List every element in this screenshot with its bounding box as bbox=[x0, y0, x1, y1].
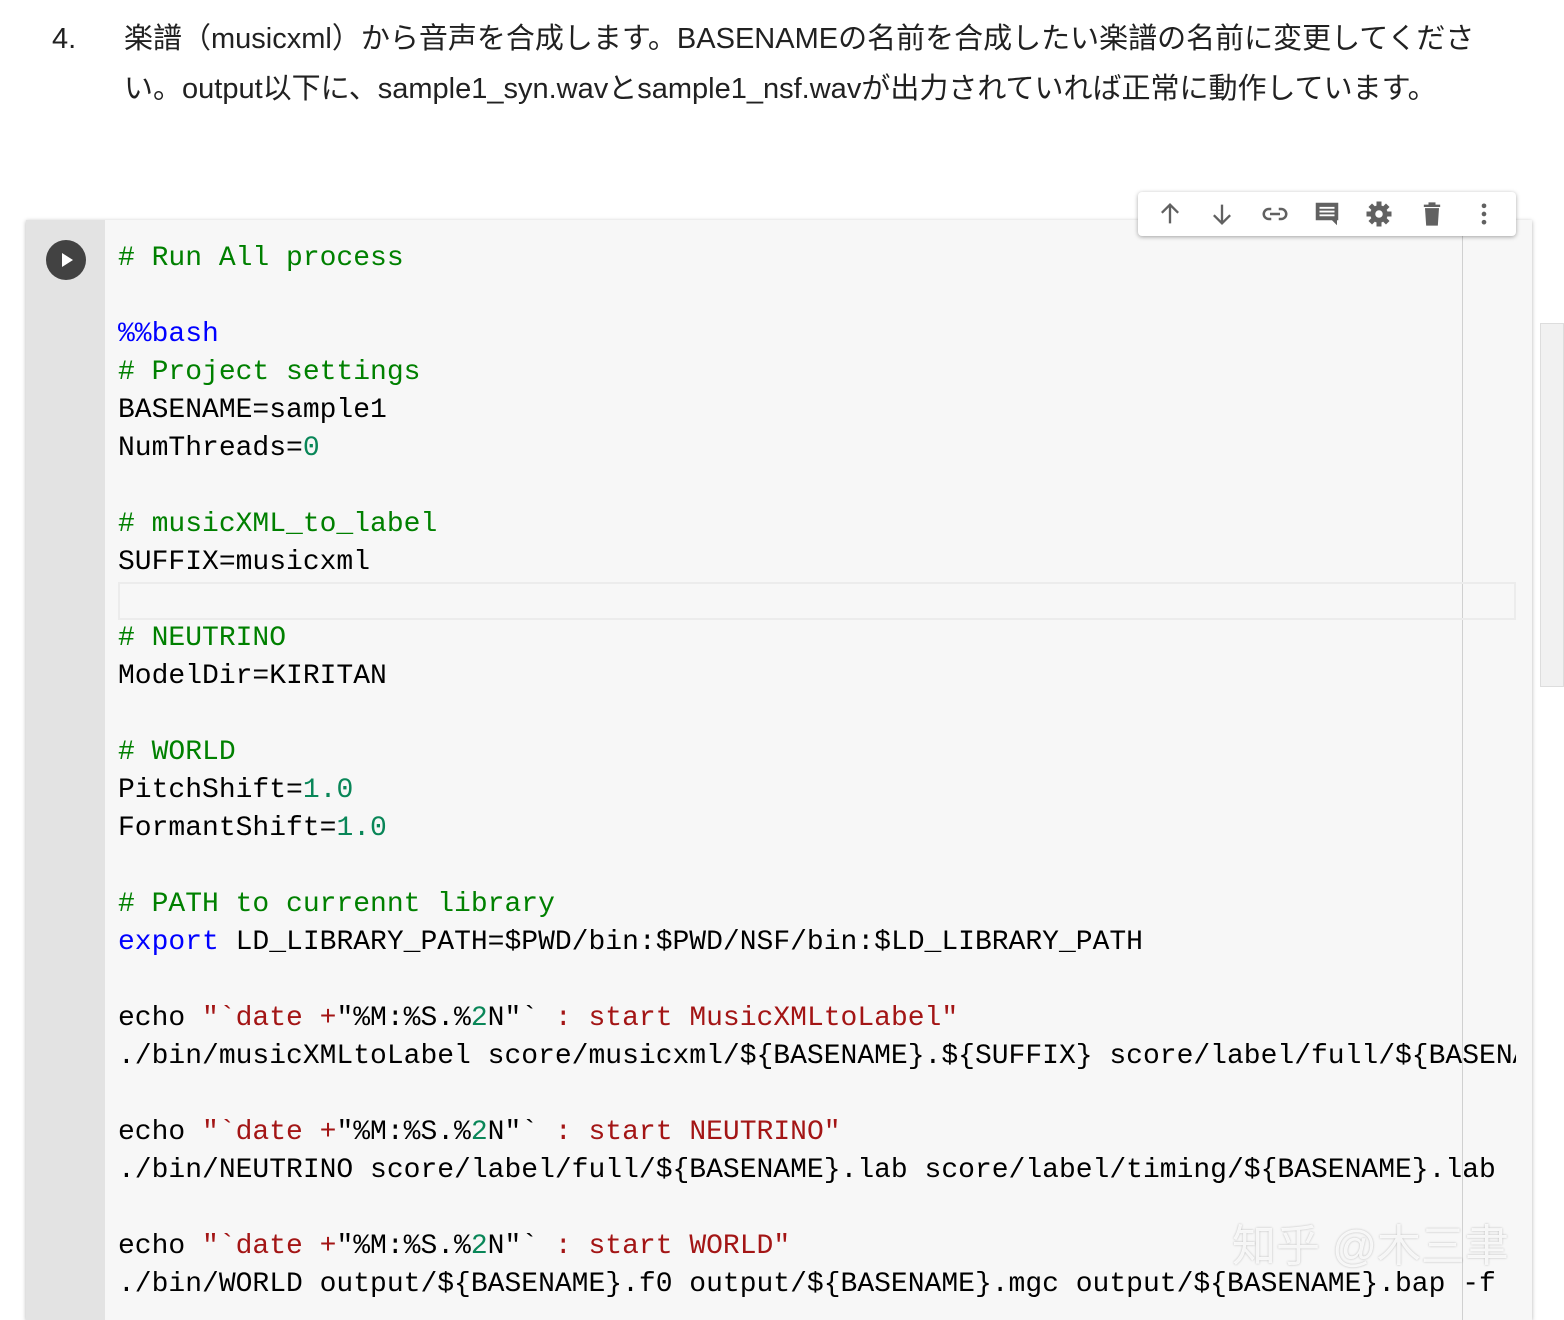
code-line[interactable]: PitchShift=1.0 bbox=[118, 772, 1516, 810]
code-token-plain: ./bin/NEUTRINO score/label/full/${BASENA… bbox=[118, 1155, 1496, 1186]
code-token-string: "`date + bbox=[202, 1117, 337, 1148]
code-token-plain: LD_LIBRARY_PATH=$PWD/bin:$PWD/NSF/bin:$L… bbox=[218, 927, 1143, 958]
arrow-up-icon bbox=[1161, 203, 1180, 224]
code-token-plain: echo bbox=[118, 1231, 203, 1262]
code-token-plain: ./bin/musicXMLtoLabel score/musicxml/${B… bbox=[118, 1041, 1516, 1072]
code-line[interactable]: NumThreads=0 bbox=[118, 430, 1516, 468]
code-token-plain: N"` bbox=[487, 1117, 539, 1148]
comment-button[interactable] bbox=[1309, 196, 1345, 232]
code-cell[interactable]: # Run All process %%bash # Project settin… bbox=[26, 220, 1532, 1320]
code-line[interactable]: ModelDir=KIRITAN bbox=[118, 658, 1516, 696]
code-line[interactable] bbox=[118, 278, 1516, 316]
code-line[interactable] bbox=[118, 696, 1516, 734]
code-line[interactable]: ./bin/NEUTRINO score/label/full/${BASENA… bbox=[118, 1152, 1516, 1190]
move-down-button[interactable] bbox=[1204, 196, 1240, 232]
code-token-string: : start WORLD" bbox=[538, 1231, 791, 1262]
code-line[interactable]: echo "`date +"%M:%S.%2N"` : start NEUTRI… bbox=[118, 1114, 1516, 1152]
code-token-plain: echo bbox=[118, 1003, 203, 1034]
code-token-plain: "%M:%S.% bbox=[336, 1231, 471, 1262]
gear-icon bbox=[1366, 201, 1392, 227]
code-token-number: 2 bbox=[470, 1117, 488, 1148]
code-token-number: 0 bbox=[302, 433, 320, 464]
markdown-cell: 4. 楽譜（musicxml）から音声を合成します。BASENAMEの名前を合成し… bbox=[52, 14, 1528, 114]
code-line[interactable]: FormantShift=1.0 bbox=[118, 810, 1516, 848]
delete-button[interactable] bbox=[1414, 196, 1450, 232]
code-token-string: "`date + bbox=[202, 1003, 337, 1034]
code-token-plain: BASENAME=sample1 bbox=[118, 395, 387, 426]
code-token-number: 2 bbox=[470, 1003, 488, 1034]
code-token-plain: "%M:%S.% bbox=[336, 1003, 471, 1034]
link-icon bbox=[1262, 207, 1288, 221]
more-vert-icon bbox=[1481, 203, 1487, 225]
code-token-comment: # Run All process bbox=[118, 243, 404, 274]
play-icon bbox=[62, 253, 73, 267]
cell-gutter bbox=[26, 220, 105, 1320]
code-line[interactable]: # Run All process bbox=[118, 240, 1516, 278]
cell-toolbar bbox=[1138, 192, 1516, 236]
code-token-keyword: export bbox=[118, 927, 219, 958]
arrow-down-icon bbox=[1213, 204, 1232, 225]
code-token-plain: N"` bbox=[487, 1003, 539, 1034]
code-token-number: 1.0 bbox=[336, 813, 387, 844]
code-line[interactable]: BASENAME=sample1 bbox=[118, 392, 1516, 430]
code-token-plain: FormantShift= bbox=[118, 813, 337, 844]
code-line[interactable]: echo "`date +"%M:%S.%2N"` : start MusicX… bbox=[118, 1000, 1516, 1038]
code-line[interactable]: ./bin/musicXMLtoLabel score/musicxml/${B… bbox=[118, 1038, 1516, 1076]
code-line[interactable]: # NEUTRINO bbox=[118, 620, 1516, 658]
code-token-plain: PitchShift= bbox=[118, 775, 303, 806]
code-line[interactable]: # Project settings bbox=[118, 354, 1516, 392]
code-line[interactable]: SUFFIX=musicxml bbox=[118, 544, 1516, 582]
code-line[interactable] bbox=[118, 848, 1516, 886]
code-token-comment: # PATH to currennt library bbox=[118, 889, 555, 920]
trash-icon bbox=[1423, 202, 1440, 226]
code-line[interactable]: # WORLD bbox=[118, 734, 1516, 772]
code-token-keyword: %%bash bbox=[118, 319, 219, 350]
code-line[interactable]: # musicXML_to_label bbox=[118, 506, 1516, 544]
more-button[interactable] bbox=[1466, 196, 1502, 232]
code-token-comment: # Project settings bbox=[118, 357, 421, 388]
page-scrollbar[interactable] bbox=[1540, 323, 1564, 687]
code-line[interactable]: export LD_LIBRARY_PATH=$PWD/bin:$PWD/NSF… bbox=[118, 924, 1516, 962]
settings-button[interactable] bbox=[1361, 196, 1397, 232]
code-line[interactable] bbox=[118, 468, 1516, 506]
code-token-number: 2 bbox=[470, 1231, 488, 1262]
code-token-plain: "%M:%S.% bbox=[336, 1117, 471, 1148]
list-number: 4. bbox=[52, 23, 77, 55]
code-token-plain: N"` bbox=[487, 1231, 539, 1262]
code-token-string: "`date + bbox=[202, 1231, 337, 1262]
code-token-comment: # NEUTRINO bbox=[118, 623, 287, 654]
current-code-line[interactable] bbox=[118, 582, 1516, 620]
code-editor[interactable]: # Run All process %%bash # Project settin… bbox=[118, 240, 1516, 1304]
code-token-string: : start MusicXMLtoLabel" bbox=[538, 1003, 959, 1034]
instruction-text: 楽譜（musicxml）から音声を合成します。BASENAMEの名前を合成したい… bbox=[124, 23, 1475, 105]
code-token-plain: ModelDir=KIRITAN bbox=[118, 661, 387, 692]
code-token-comment: # musicXML_to_label bbox=[118, 509, 438, 540]
run-cell-button[interactable] bbox=[46, 240, 86, 280]
code-token-plain: SUFFIX=musicxml bbox=[118, 547, 371, 578]
code-line[interactable]: %%bash bbox=[118, 316, 1516, 354]
code-line[interactable]: # PATH to currennt library bbox=[118, 886, 1516, 924]
code-line[interactable] bbox=[118, 962, 1516, 1000]
code-token-comment: # WORLD bbox=[118, 737, 236, 768]
code-token-number: 1.0 bbox=[302, 775, 354, 806]
watermark: 知乎 @木三聿 bbox=[1232, 1222, 1509, 1271]
move-up-button[interactable] bbox=[1152, 196, 1188, 232]
code-line[interactable] bbox=[118, 1076, 1516, 1114]
code-token-plain: echo bbox=[118, 1117, 203, 1148]
comment-icon bbox=[1315, 202, 1339, 226]
code-token-plain: NumThreads= bbox=[118, 433, 303, 464]
link-button[interactable] bbox=[1257, 196, 1293, 232]
code-token-string: : start NEUTRINO" bbox=[538, 1117, 841, 1148]
